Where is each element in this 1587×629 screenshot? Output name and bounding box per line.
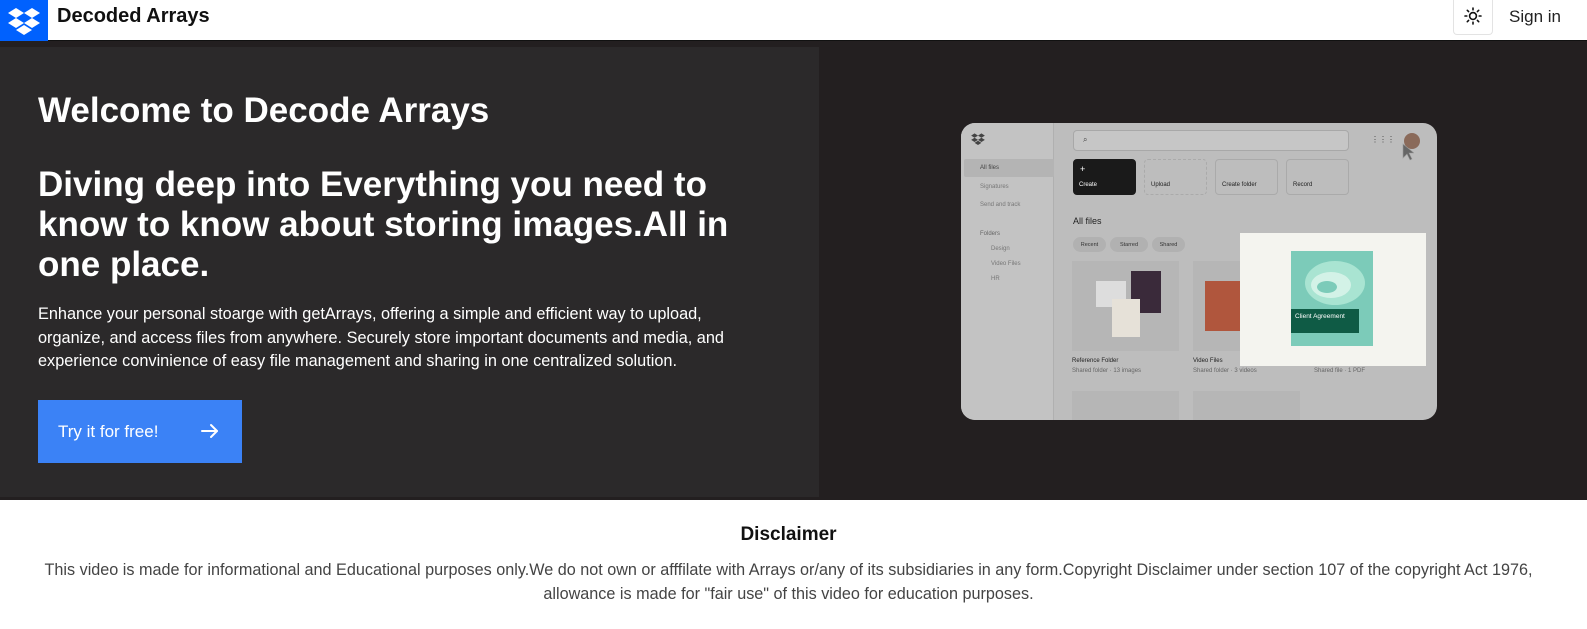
preview-file-name: Video Files (1193, 358, 1223, 364)
preview-search-icon: ⌕ (1083, 135, 1088, 144)
sign-in-link[interactable]: Sign in (1509, 7, 1561, 27)
arrow-right-icon (200, 421, 220, 446)
preview-filter-pill: Shared (1152, 237, 1185, 252)
preview-create-folder-button: Create folder (1215, 159, 1278, 195)
hero-headline: Diving deep into Everything you need to … (38, 165, 729, 284)
preview-sidebar-item: Signatures (980, 184, 1009, 190)
preview-file-thumbnail (1193, 261, 1243, 351)
preview-grid-icon: ⋮⋮⋮ (1371, 135, 1395, 144)
hero-title: Welcome to Decode Arrays (38, 91, 490, 130)
preview-logo-icon (971, 133, 985, 145)
preview-file-meta: Shared folder · 13 images (1072, 368, 1142, 374)
preview-file-thumbnail (1193, 391, 1300, 420)
preview-sidebar-selected (964, 159, 1054, 177)
brand-name[interactable]: Decoded Arrays (57, 5, 210, 27)
app-preview-image: All files Signatures Send and track Fold… (961, 123, 1437, 420)
preview-section-title: All files (1073, 216, 1102, 226)
theme-toggle-button[interactable] (1453, 0, 1493, 35)
hero-section: Welcome to Decode Arrays Diving deep int… (0, 41, 1587, 500)
preview-sidebar-item: Design (991, 246, 1010, 252)
hero-description: Enhance your personal stoarge with getAr… (38, 305, 724, 370)
preview-card-art: Client Agreement (1291, 251, 1373, 346)
preview-file-meta: Shared file · 1 PDF (1314, 368, 1366, 374)
try-free-button[interactable]: Try it for free! (38, 400, 242, 463)
preview-file-meta: Shared folder · 3 videos (1193, 368, 1257, 374)
preview-sidebar-item: Send and track (980, 202, 1021, 208)
preview-file-name: Reference Folder (1072, 358, 1119, 364)
preview-hover-card: Client Agreement (1240, 233, 1426, 366)
dropbox-logo-icon[interactable] (0, 0, 48, 41)
disclaimer-text: This video is made for informational and… (44, 561, 1533, 603)
preview-record-button: Record (1286, 159, 1349, 195)
preview-file-thumbnail (1072, 391, 1179, 420)
hero-text-panel: Welcome to Decode Arrays Diving deep int… (0, 47, 819, 497)
preview-filter-pill: Starred (1110, 237, 1148, 252)
sun-icon (1464, 6, 1482, 28)
preview-sidebar-item: HR (991, 276, 1000, 282)
preview-sidebar: All files Signatures Send and track Fold… (961, 123, 1054, 420)
try-free-label: Try it for free! (58, 421, 159, 441)
preview-sidebar-item: All files (980, 165, 1000, 171)
disclaimer-title: Disclaimer (740, 524, 837, 545)
preview-card-label: Client Agreement (1291, 309, 1359, 333)
preview-sidebar-item: Video Files (991, 261, 1021, 267)
preview-create-button: + Create (1073, 159, 1136, 195)
preview-upload-button: Upload (1144, 159, 1207, 195)
preview-file-thumbnail (1072, 261, 1179, 351)
preview-filter-pill: Recent (1073, 237, 1106, 252)
preview-sidebar-item: Folders (980, 231, 1001, 237)
top-navbar: Decoded Arrays Sign in (0, 0, 1587, 41)
cursor-icon (1402, 143, 1414, 161)
preview-search-bar (1073, 130, 1349, 151)
